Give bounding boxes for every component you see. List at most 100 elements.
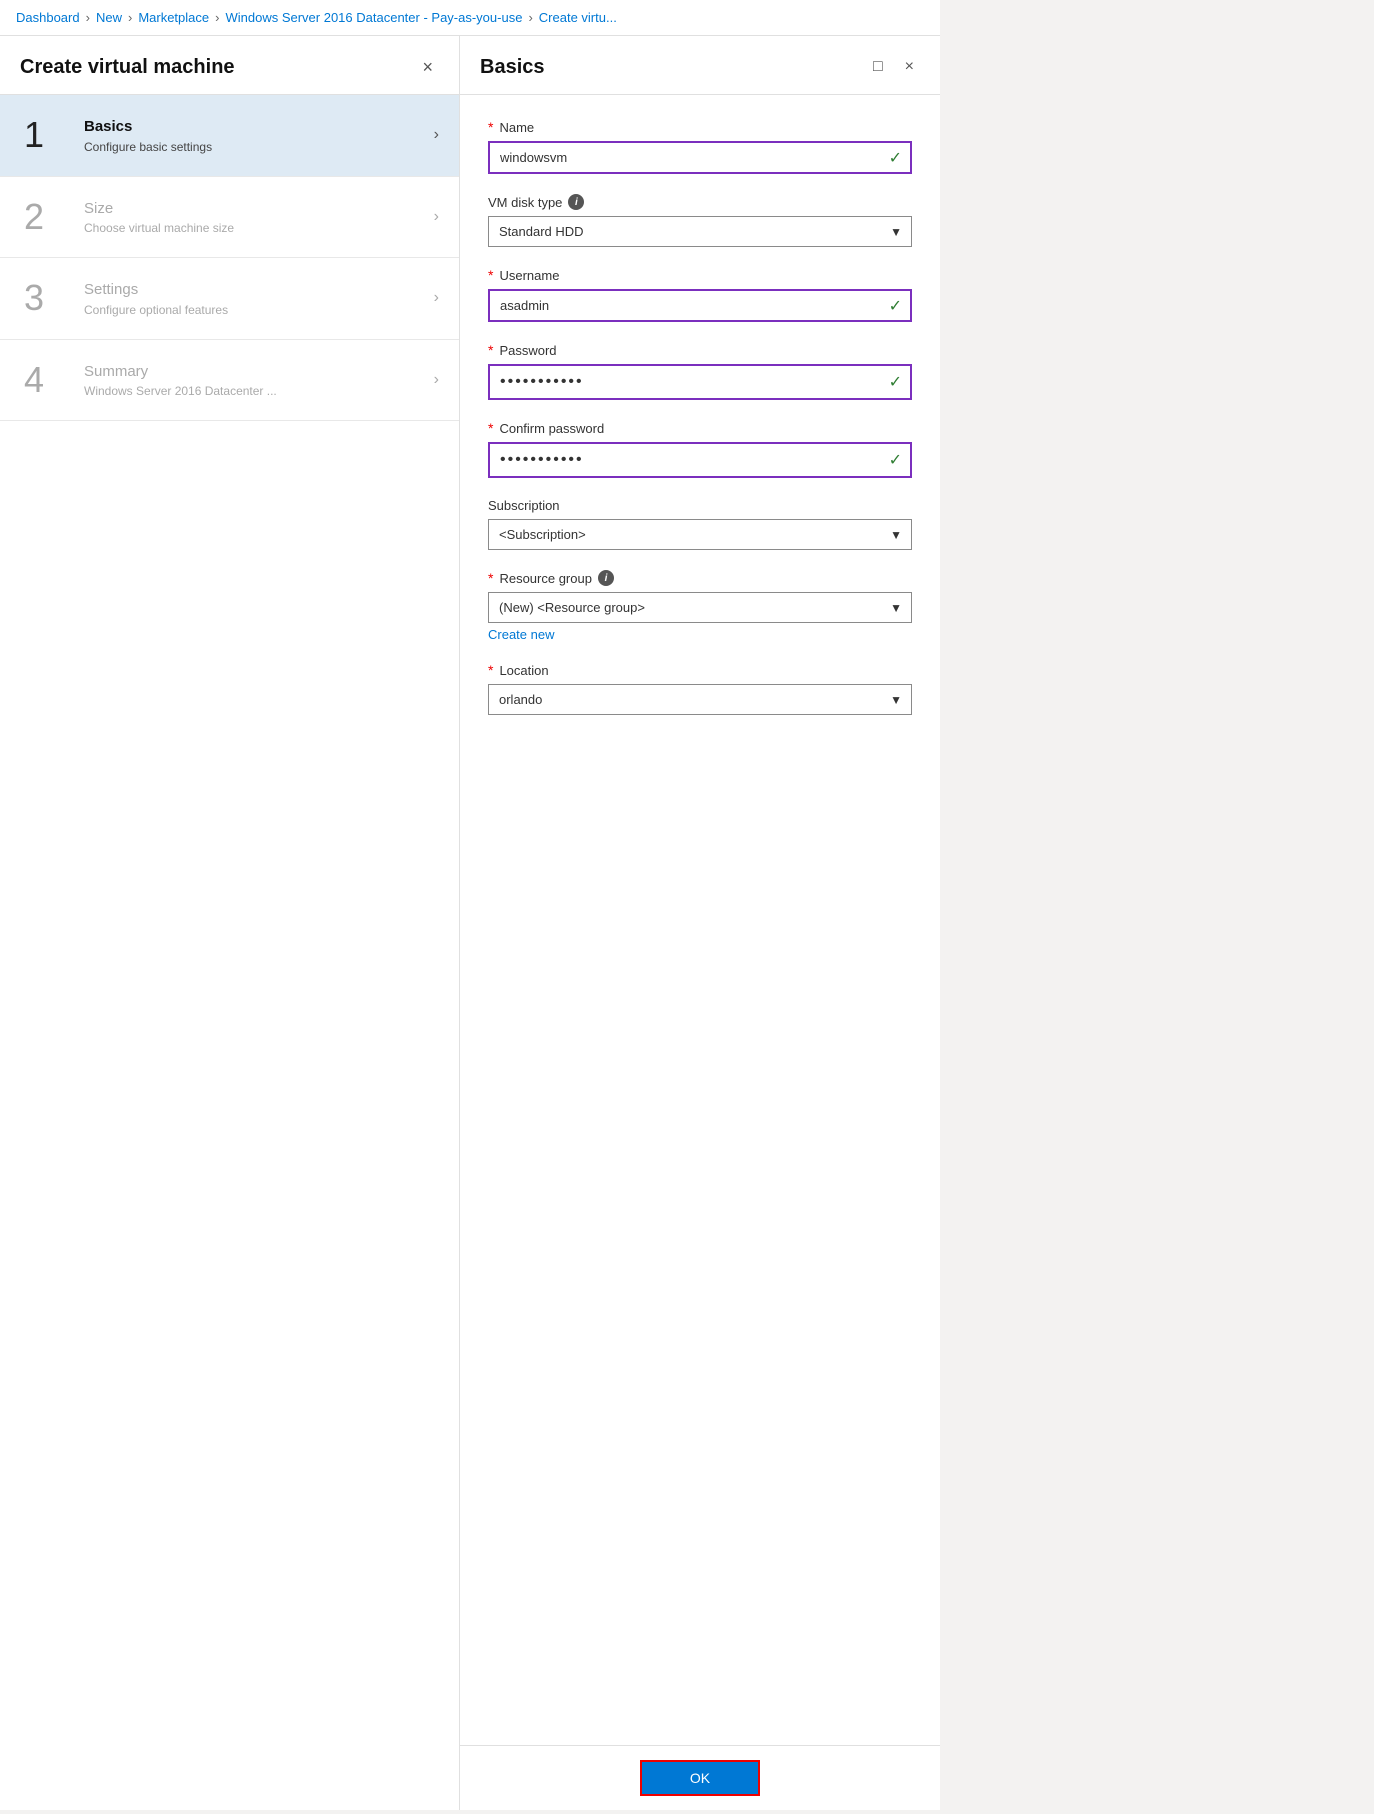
step-2-number: 2 <box>24 199 72 235</box>
resource-group-label-text: Resource group <box>499 571 592 586</box>
password-label: * Password <box>488 342 912 358</box>
username-label-text: Username <box>499 268 559 283</box>
step-2-subtitle: Choose virtual machine size <box>84 221 434 235</box>
left-panel: Create virtual machine × 1 Basics Config… <box>0 36 460 1810</box>
breadcrumb-create[interactable]: Create virtu... <box>539 10 617 25</box>
step-1-number: 1 <box>24 117 72 153</box>
location-required-star: * <box>488 662 493 678</box>
step-3-chevron-icon: › <box>434 289 439 307</box>
left-panel-close-button[interactable]: × <box>416 54 439 80</box>
breadcrumb-sep-4: › <box>528 10 532 25</box>
vm-disk-select[interactable]: Standard HDD Standard SSD Premium SSD <box>488 216 912 247</box>
left-panel-header: Create virtual machine × <box>0 36 459 95</box>
password-label-text: Password <box>499 343 556 358</box>
step-1-content: Basics Configure basic settings <box>84 117 434 154</box>
main-container: Create virtual machine × 1 Basics Config… <box>0 36 940 1810</box>
subscription-label: Subscription <box>488 498 912 513</box>
name-input-wrapper: ✓ <box>488 141 912 174</box>
location-label: * Location <box>488 662 912 678</box>
username-input-wrapper: ✓ <box>488 289 912 322</box>
location-select[interactable]: orlando eastus westus <box>488 684 912 715</box>
step-3-item[interactable]: 3 Settings Configure optional features › <box>0 258 459 340</box>
confirm-password-label-text: Confirm password <box>499 421 604 436</box>
resource-group-label: * Resource group i <box>488 570 912 586</box>
left-panel-title: Create virtual machine <box>20 56 235 79</box>
username-field-group: * Username ✓ <box>488 267 912 322</box>
resource-group-required-star: * <box>488 570 493 586</box>
steps-list: 1 Basics Configure basic settings › 2 Si… <box>0 95 459 1810</box>
bottom-bar: OK <box>460 1745 940 1810</box>
step-3-subtitle: Configure optional features <box>84 303 434 317</box>
resource-group-select[interactable]: (New) <Resource group> <box>488 592 912 623</box>
breadcrumb-product[interactable]: Windows Server 2016 Datacenter - Pay-as-… <box>225 10 522 25</box>
password-input-wrapper: ✓ <box>488 364 912 400</box>
right-panel-title: Basics <box>480 56 545 79</box>
username-check-icon: ✓ <box>889 296 902 316</box>
confirm-password-input[interactable] <box>488 442 912 478</box>
step-4-item[interactable]: 4 Summary Windows Server 2016 Datacenter… <box>0 340 459 422</box>
step-1-subtitle: Configure basic settings <box>84 140 434 154</box>
form-container: * Name ✓ VM disk type i Standard HDD S <box>460 95 940 1745</box>
breadcrumb-marketplace[interactable]: Marketplace <box>138 10 209 25</box>
vm-disk-label-text: VM disk type <box>488 195 562 210</box>
step-4-title: Summary <box>84 362 434 382</box>
step-4-chevron-icon: › <box>434 371 439 389</box>
ok-button[interactable]: OK <box>640 1760 760 1796</box>
location-label-text: Location <box>499 663 548 678</box>
confirm-password-required-star: * <box>488 420 493 436</box>
right-panel-actions: □ × <box>867 54 920 80</box>
step-1-title: Basics <box>84 117 434 137</box>
step-3-number: 3 <box>24 280 72 316</box>
password-check-icon: ✓ <box>889 372 902 392</box>
name-check-icon: ✓ <box>889 148 902 168</box>
resource-group-field-group: * Resource group i (New) <Resource group… <box>488 570 912 642</box>
confirm-password-field-group: * Confirm password ✓ <box>488 420 912 478</box>
vm-disk-group: VM disk type i Standard HDD Standard SSD… <box>488 194 912 247</box>
location-field-group: * Location orlando eastus westus ▼ <box>488 662 912 715</box>
right-panel-close-button[interactable]: × <box>899 54 920 80</box>
step-2-item[interactable]: 2 Size Choose virtual machine size › <box>0 177 459 259</box>
name-label-text: Name <box>499 120 534 135</box>
right-panel-header: Basics □ × <box>460 36 940 95</box>
subscription-select-wrapper: <Subscription> ▼ <box>488 519 912 550</box>
password-field-group: * Password ✓ <box>488 342 912 400</box>
step-1-chevron-icon: › <box>434 126 439 144</box>
step-3-title: Settings <box>84 280 434 300</box>
location-select-wrapper: orlando eastus westus ▼ <box>488 684 912 715</box>
name-input[interactable] <box>488 141 912 174</box>
resource-group-select-wrapper: (New) <Resource group> ▼ <box>488 592 912 623</box>
vm-disk-info-icon[interactable]: i <box>568 194 584 210</box>
create-new-link[interactable]: Create new <box>488 627 554 642</box>
confirm-password-input-wrapper: ✓ <box>488 442 912 478</box>
maximize-button[interactable]: □ <box>867 54 889 80</box>
subscription-label-text: Subscription <box>488 498 560 513</box>
name-required-star: * <box>488 119 493 135</box>
breadcrumb-sep-3: › <box>215 10 219 25</box>
step-4-number: 4 <box>24 362 72 398</box>
subscription-select[interactable]: <Subscription> <box>488 519 912 550</box>
step-3-content: Settings Configure optional features <box>84 280 434 317</box>
step-2-chevron-icon: › <box>434 208 439 226</box>
step-4-subtitle: Windows Server 2016 Datacenter ... <box>84 384 434 398</box>
username-label: * Username <box>488 267 912 283</box>
vm-disk-select-wrapper: Standard HDD Standard SSD Premium SSD ▼ <box>488 216 912 247</box>
step-1-item[interactable]: 1 Basics Configure basic settings › <box>0 95 459 177</box>
vm-disk-label: VM disk type i <box>488 194 912 210</box>
name-label: * Name <box>488 119 912 135</box>
right-panel: Basics □ × * Name ✓ VM dis <box>460 36 940 1810</box>
breadcrumb-dashboard[interactable]: Dashboard <box>16 10 80 25</box>
step-4-content: Summary Windows Server 2016 Datacenter .… <box>84 362 434 399</box>
username-input[interactable] <box>488 289 912 322</box>
name-field-group: * Name ✓ <box>488 119 912 174</box>
password-required-star: * <box>488 342 493 358</box>
resource-group-info-icon[interactable]: i <box>598 570 614 586</box>
breadcrumb: Dashboard › New › Marketplace › Windows … <box>0 0 940 36</box>
confirm-password-label: * Confirm password <box>488 420 912 436</box>
username-required-star: * <box>488 267 493 283</box>
step-2-content: Size Choose virtual machine size <box>84 199 434 236</box>
password-input[interactable] <box>488 364 912 400</box>
subscription-field-group: Subscription <Subscription> ▼ <box>488 498 912 550</box>
confirm-password-check-icon: ✓ <box>889 450 902 470</box>
breadcrumb-sep-2: › <box>128 10 132 25</box>
breadcrumb-new[interactable]: New <box>96 10 122 25</box>
